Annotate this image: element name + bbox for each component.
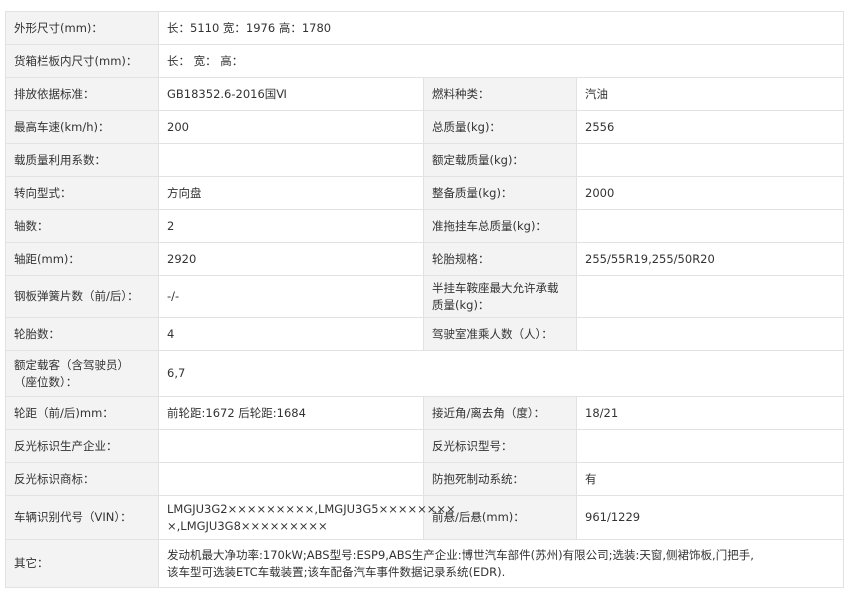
spec-value-line: ×,LMGJU3G8××××××××× [167,518,328,533]
spec-value [576,275,844,318]
spec-value: 汽油 [576,77,844,111]
spec-row-other: 其它： 发动机最大净功率:170kW;ABS型号:ESP9,ABS生产企业:博世… [5,539,844,588]
spec-row-steering: 转向型式： 方向盘 整备质量(kg)： 2000 [5,176,844,210]
spec-value: GB18352.6-2016国Ⅵ [158,77,424,111]
spec-value: 2 [158,209,424,243]
spec-row-reflector-brand: 反光标识商标： 防抱死制动系统： 有 [5,462,844,496]
spec-value [158,429,424,463]
spec-value: 200 [158,110,424,144]
spec-row-dimensions: 外形尺寸(mm)： 长：5110 宽：1976 高：1780 [5,11,844,45]
spec-value [158,462,424,496]
spec-label-line: （座位数）： [14,374,78,389]
spec-label: 轴距(mm)： [5,242,159,276]
spec-label: 外形尺寸(mm)： [5,11,159,45]
spec-value-multiline: LMGJU3G2×××××××××,LMGJU3G5×××××××× ×,LMG… [158,495,456,540]
spec-row-wheelbase: 轴距(mm)： 2920 轮胎规格： 255/55R19,255/50R20 [5,242,844,276]
spec-label: 反光标识型号： [423,429,577,463]
spec-label-multiline: 半挂车鞍座最大允许承载 质量(kg)： [423,275,577,318]
spec-row-emission: 排放依据标准： GB18352.6-2016国Ⅵ 燃料种类： 汽油 [5,77,844,111]
spec-label: 反光标识商标： [5,462,159,496]
spec-value: 6,7 [158,350,844,397]
spec-value: -/- [158,275,424,318]
spec-value: 长：5110 宽：1976 高：1780 [158,11,844,45]
spec-value: 前轮距:1672 后轮距:1684 [158,396,424,430]
spec-label: 防抱死制动系统： [423,462,577,496]
spec-value: 961/1229 [576,495,844,540]
spec-row-tires: 轮胎数： 4 驾驶室准乘人数（人）： [5,317,844,351]
spec-label: 钢板弹簧片数（前/后）： [5,275,159,318]
spec-value: 方向盘 [158,176,424,210]
spec-label: 转向型式： [5,176,159,210]
spec-value-line: 该车型可选装ETC车载装置;该车配备汽车事件数据记录系统(EDR). [167,564,506,579]
spec-label: 排放依据标准： [5,77,159,111]
spec-label: 轴数： [5,209,159,243]
spec-row-axles: 轴数： 2 准拖挂车总质量(kg)： [5,209,844,243]
spec-row-reflector-maker: 反光标识生产企业： 反光标识型号： [5,429,844,463]
spec-label-line: 半挂车鞍座最大允许承载 [432,280,559,295]
spec-value: 4 [158,317,424,351]
spec-label: 最高车速(km/h)： [5,110,159,144]
spec-value: 18/21 [576,396,844,430]
spec-value [576,209,844,243]
spec-label: 额定载质量(kg)： [423,143,577,177]
spec-label: 准拖挂车总质量(kg)： [423,209,577,243]
spec-value: 2000 [576,176,844,210]
spec-value [576,429,844,463]
spec-label: 总质量(kg)： [423,110,577,144]
spec-row-load-factor: 载质量利用系数： 额定载质量(kg)： [5,143,844,177]
spec-value [576,317,844,351]
spec-row-speed: 最高车速(km/h)： 200 总质量(kg)： 2556 [5,110,844,144]
spec-value: 长： 宽： 高： [158,44,844,78]
spec-label-multiline: 额定载客（含驾驶员） （座位数）： [5,350,159,397]
spec-value [158,143,424,177]
spec-label: 燃料种类： [423,77,577,111]
spec-label: 接近角/离去角（度）： [423,396,577,430]
spec-row-track: 轮距（前/后)mm： 前轮距:1672 后轮距:1684 接近角/离去角（度）：… [5,396,844,430]
spec-label: 车辆识别代号（VIN）： [5,495,159,540]
spec-row-cargo-box: 货箱栏板内尺寸(mm)： 长： 宽： 高： [5,44,844,78]
spec-label-line: 质量(kg)： [432,297,490,312]
spec-row-seating: 额定载客（含驾驶员） （座位数）： 6,7 [5,350,844,397]
spec-label: 轮距（前/后)mm： [5,396,159,430]
spec-label: 轮胎规格： [423,242,577,276]
spec-value: 有 [576,462,844,496]
spec-value: 255/55R19,255/50R20 [576,242,844,276]
spec-row-vin: 车辆识别代号（VIN）： LMGJU3G2×××××××××,LMGJU3G5×… [5,495,844,540]
spec-label: 整备质量(kg)： [423,176,577,210]
spec-value [576,143,844,177]
spec-label: 载质量利用系数： [5,143,159,177]
spec-row-springs: 钢板弹簧片数（前/后）： -/- 半挂车鞍座最大允许承载 质量(kg)： [5,275,844,318]
spec-label: 其它： [5,539,159,588]
spec-value-line: LMGJU3G2×××××××××,LMGJU3G5×××××××× [167,501,456,516]
spec-label-line: 额定载客（含驾驶员） [14,357,129,372]
spec-value-multiline: 发动机最大净功率:170kW;ABS型号:ESP9,ABS生产企业:博世汽车部件… [158,539,844,588]
vehicle-spec-table: 外形尺寸(mm)： 长：5110 宽：1976 高：1780 货箱栏板内尺寸(m… [5,11,844,588]
spec-label: 驾驶室准乘人数（人）： [423,317,577,351]
spec-value: 2556 [576,110,844,144]
spec-label: 货箱栏板内尺寸(mm)： [5,44,159,78]
spec-label: 反光标识生产企业： [5,429,159,463]
spec-value-line: 发动机最大净功率:170kW;ABS型号:ESP9,ABS生产企业:博世汽车部件… [167,547,754,562]
spec-label: 轮胎数： [5,317,159,351]
spec-value: 2920 [158,242,424,276]
